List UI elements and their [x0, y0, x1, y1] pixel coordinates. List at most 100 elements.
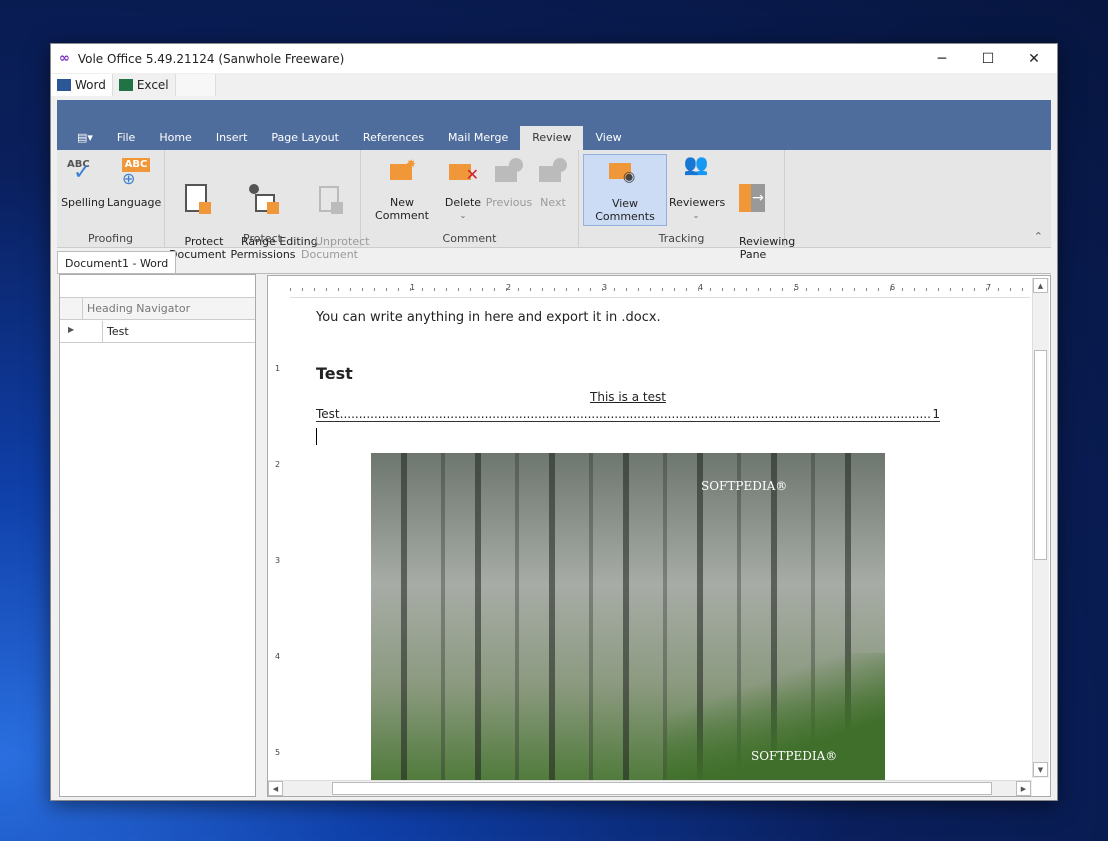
ruler-tick: [338, 288, 339, 291]
previous-comment-button[interactable]: Previous: [485, 154, 533, 209]
ruler-tick: [362, 288, 363, 291]
ruler-tick: [698, 288, 699, 291]
content-area: Heading Navigator ▶ Test 1234567 1 2 3 4 5 Y…: [57, 273, 1051, 797]
group-label: Comment: [442, 232, 497, 245]
ruler-tick: [590, 288, 591, 291]
ruler-tick: [914, 288, 915, 291]
app-tab-empty: [175, 74, 216, 96]
ruler-number: 4: [275, 652, 281, 661]
window-title: Vole Office 5.49.21124 (Sanwhole Freewar…: [77, 51, 345, 66]
group-label: Tracking: [658, 232, 705, 245]
app-tab-word[interactable]: Word: [51, 74, 113, 96]
ruler-tick: [386, 288, 387, 291]
unprotect-document-icon: [313, 184, 345, 216]
collapse-ribbon-icon[interactable]: ⌃: [1034, 230, 1043, 243]
ruler-tick: [938, 288, 939, 291]
ruler-tick: [998, 288, 999, 291]
tab-file[interactable]: File: [105, 126, 147, 150]
app-tab-excel[interactable]: Excel: [113, 74, 176, 96]
ruler-tick: [866, 288, 867, 291]
scroll-right-button[interactable]: ▶: [1016, 781, 1031, 796]
navigator-item[interactable]: ▶ Test: [60, 321, 255, 343]
ruler-number: 1: [275, 364, 281, 373]
ruler-tick: [314, 288, 315, 291]
document-tab[interactable]: Document1 - Word: [57, 251, 177, 274]
spelling-button[interactable]: ABC ✓ Spelling: [61, 154, 105, 209]
tab-page-layout[interactable]: Page Layout: [259, 126, 351, 150]
tab-home[interactable]: Home: [147, 126, 203, 150]
group-comment: ✸ New Comment ✕ Delete ⌄ Previous Next Co…: [361, 150, 579, 248]
horizontal-scrollbar[interactable]: ◀ ▶: [268, 780, 1032, 796]
toc-entry[interactable]: Test ...................................…: [316, 408, 940, 422]
ruler-tick: [974, 288, 975, 291]
ruler-tick: [434, 288, 435, 291]
language-button[interactable]: ABC ⊕ Language: [107, 154, 161, 209]
ruler-tick: [830, 288, 831, 291]
ruler-tick: [470, 288, 471, 291]
quick-menu-icon[interactable]: ▤▾: [65, 126, 105, 150]
protect-document-icon: [181, 184, 213, 216]
heading-navigator: Heading Navigator ▶ Test: [59, 274, 256, 797]
ruler-tick: [422, 288, 423, 291]
ruler-tick: [890, 288, 891, 291]
ruler-tick: [926, 288, 927, 291]
ruler-tick: [374, 288, 375, 291]
document-page[interactable]: You can write anything in here and expor…: [292, 300, 1032, 780]
ruler-tick: [518, 288, 519, 291]
delete-comment-icon: ✕: [447, 158, 479, 190]
ruler-tick: [734, 288, 735, 291]
word-icon: [57, 79, 71, 91]
ruler-tick: [638, 288, 639, 291]
horizontal-ruler[interactable]: 1234567: [290, 280, 1030, 298]
next-comment-button[interactable]: Next: [533, 154, 573, 209]
view-comments-button[interactable]: ◉ View Comments: [583, 154, 667, 226]
close-button[interactable]: ✕: [1011, 44, 1057, 73]
excel-icon: [118, 79, 133, 91]
tab-references[interactable]: References: [351, 126, 436, 150]
ruler-tick: [710, 288, 711, 291]
tab-review[interactable]: Review: [520, 126, 584, 150]
text-cursor: [316, 428, 317, 445]
scroll-thumb[interactable]: [332, 782, 992, 795]
ruler-tick: [578, 288, 579, 291]
group-proofing: ABC ✓ Spelling ABC ⊕ Language Proofing: [57, 150, 165, 248]
expand-icon[interactable]: ▶: [68, 325, 74, 334]
ruler-tick: [962, 288, 963, 291]
maximize-button[interactable]: ☐: [965, 44, 1011, 73]
ruler-tick: [782, 288, 783, 291]
scroll-thumb[interactable]: [1034, 350, 1047, 560]
scroll-left-button[interactable]: ◀: [268, 781, 283, 796]
reviewers-button[interactable]: 👥 Reviewers ⌄: [669, 152, 725, 222]
reviewers-icon: 👥: [683, 152, 709, 176]
scroll-down-button[interactable]: ▼: [1033, 762, 1048, 777]
ruler-tick: [650, 288, 651, 291]
delete-comment-button[interactable]: ✕ Delete ⌄: [441, 154, 485, 222]
ruler-number: 3: [275, 556, 281, 565]
tab-insert[interactable]: Insert: [204, 126, 260, 150]
ruler-tick: [854, 288, 855, 291]
group-protect: Protect Document Range Editing Permissio…: [165, 150, 369, 261]
app-window: ∞ Vole Office 5.49.21124 (Sanwhole Freew…: [50, 43, 1058, 801]
tab-view[interactable]: View: [583, 126, 633, 150]
ruler-tick: [902, 288, 903, 291]
body-text: You can write anything in here and expor…: [316, 310, 661, 325]
ruler-tick: [614, 288, 615, 291]
app-tabs: Word Excel: [51, 74, 216, 96]
ruler-tick: [770, 288, 771, 291]
new-comment-button[interactable]: ✸ New Comment: [365, 154, 439, 223]
minimize-button[interactable]: ─: [919, 44, 965, 73]
centered-text: This is a test: [590, 390, 666, 404]
scroll-up-button[interactable]: ▲: [1033, 278, 1048, 293]
ruler-tick: [746, 288, 747, 291]
view-comments-icon: ◉: [609, 159, 641, 191]
group-tracking: ◉ View Comments 👥 Reviewers ⌄ → Reviewing…: [579, 150, 795, 261]
ruler-tick: [566, 288, 567, 291]
ruler-tick: [950, 288, 951, 291]
ruler-tick: [302, 288, 303, 291]
tab-mail-merge[interactable]: Mail Merge: [436, 126, 520, 150]
ruler-tick: [722, 288, 723, 291]
vertical-ruler[interactable]: 1 2 3 4 5: [270, 300, 288, 780]
ruler-tick: [482, 288, 483, 291]
vertical-scrollbar[interactable]: ▲ ▼: [1032, 278, 1049, 778]
ruler-tick: [542, 288, 543, 291]
